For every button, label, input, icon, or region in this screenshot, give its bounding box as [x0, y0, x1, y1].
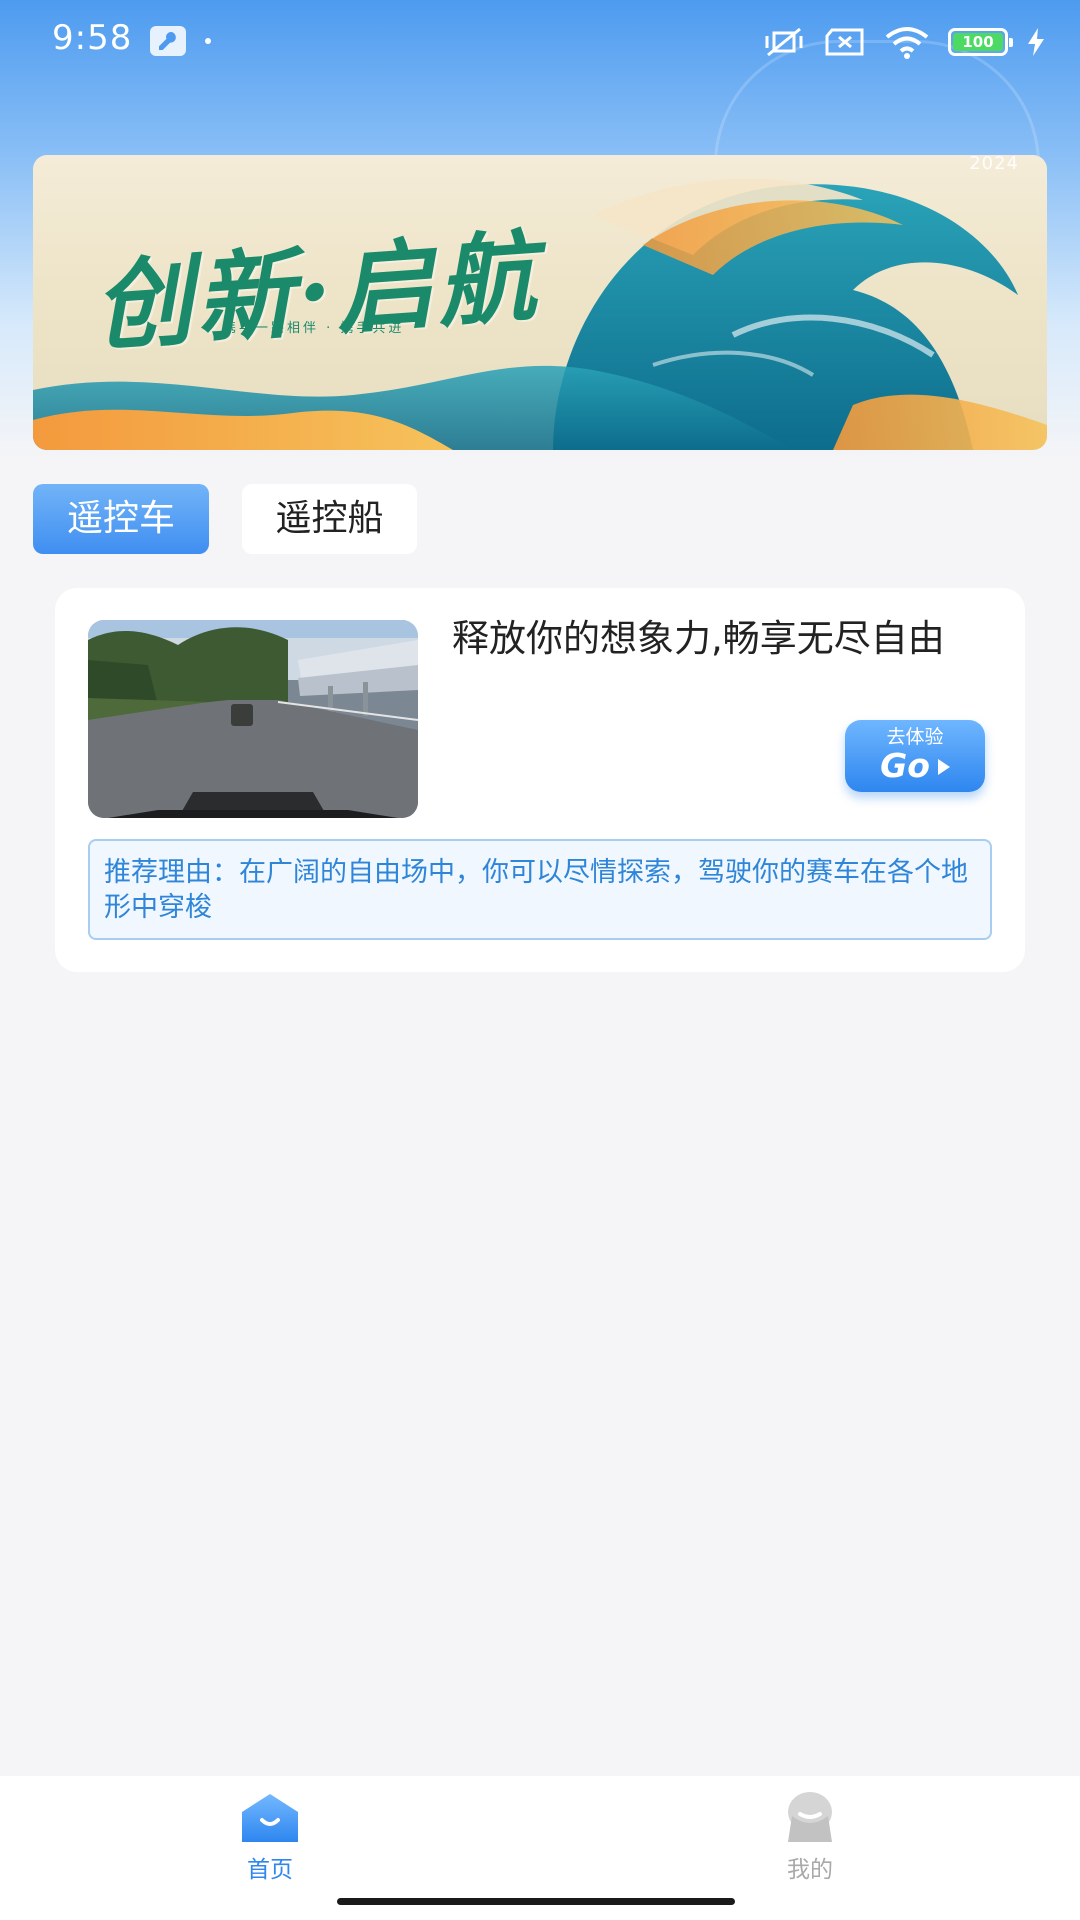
home-indicator — [337, 1898, 735, 1905]
wifi-icon — [885, 27, 929, 59]
battery-level: 100 — [953, 33, 1003, 51]
nav-home[interactable]: 首页 — [200, 1790, 340, 1884]
go-button-label: 去体验 — [886, 726, 944, 748]
banner-subtitle: 携手一路相伴 · 携手共进 — [223, 321, 405, 336]
wrench-icon — [150, 26, 186, 56]
vibrate-mute-icon — [765, 27, 803, 57]
promo-banner[interactable]: 2024 创新·启航 携手一路相伴 · 携手共进 — [33, 155, 1047, 450]
profile-icon — [788, 1792, 832, 1842]
status-bar: 9:58 100 — [0, 0, 1080, 84]
go-button-text: Go — [880, 746, 930, 785]
home-icon — [242, 1794, 298, 1842]
tab-rc-car[interactable]: 遥控车 — [33, 484, 209, 554]
go-button[interactable]: 去体验 Go — [845, 720, 985, 792]
notification-dot — [205, 38, 211, 44]
experience-card[interactable]: 释放你的想象力,畅享无尽自由 去体验 Go 推荐理由：在广阔的自由场中，你可以尽… — [55, 588, 1025, 972]
tab-rc-boat[interactable]: 遥控船 — [242, 484, 417, 554]
nav-home-label: 首页 — [247, 1857, 293, 1883]
road-thumbnail — [88, 620, 418, 818]
nav-mine[interactable]: 我的 — [740, 1790, 880, 1884]
sim-error-icon — [825, 28, 864, 56]
status-icons: 100 — [762, 24, 1046, 60]
charging-icon — [1028, 28, 1044, 56]
battery-icon: 100 — [948, 28, 1013, 56]
banner-year: 2024 — [969, 155, 1019, 174]
play-arrow-icon — [937, 759, 950, 775]
nav-mine-label: 我的 — [787, 1857, 833, 1883]
recommendation-reason: 推荐理由：在广阔的自由场中，你可以尽情探索，驾驶你的赛车在各个地形中穿梭 — [88, 839, 992, 940]
card-title: 释放你的想象力,畅享无尽自由 — [452, 617, 945, 660]
status-time: 9:58 — [52, 18, 133, 58]
